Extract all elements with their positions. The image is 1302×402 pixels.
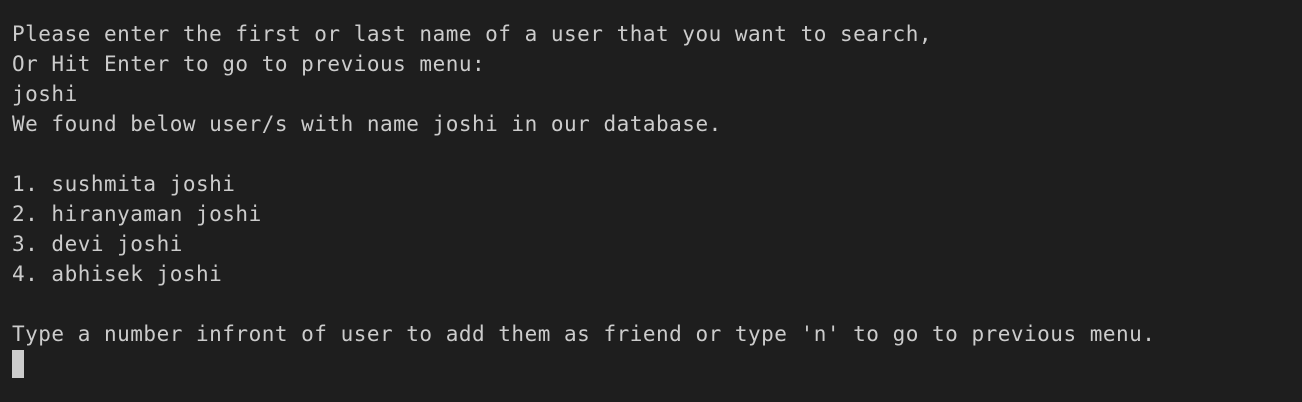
user-result-item: 2. hiranyaman joshi [12,202,262,226]
search-result-message: We found below user/s with name joshi in… [12,112,722,136]
search-prompt-line-2: Or Hit Enter to go to previous menu: [12,52,486,76]
input-line[interactable] [12,349,1302,379]
user-result-item: 4. abhisek joshi [12,262,223,286]
terminal-window[interactable]: Please enter the first or last name of a… [0,0,1302,402]
user-input-echo: joshi [12,82,78,106]
search-prompt-line-1: Please enter the first or last name of a… [12,22,933,46]
action-prompt: Type a number infront of user to add the… [12,322,1156,346]
user-result-item: 1. sushmita joshi [12,172,236,196]
user-results-list: 1. sushmita joshi 2. hiranyaman joshi 3.… [12,169,1302,289]
user-result-item: 3. devi joshi [12,232,183,256]
terminal-cursor[interactable] [12,350,24,378]
